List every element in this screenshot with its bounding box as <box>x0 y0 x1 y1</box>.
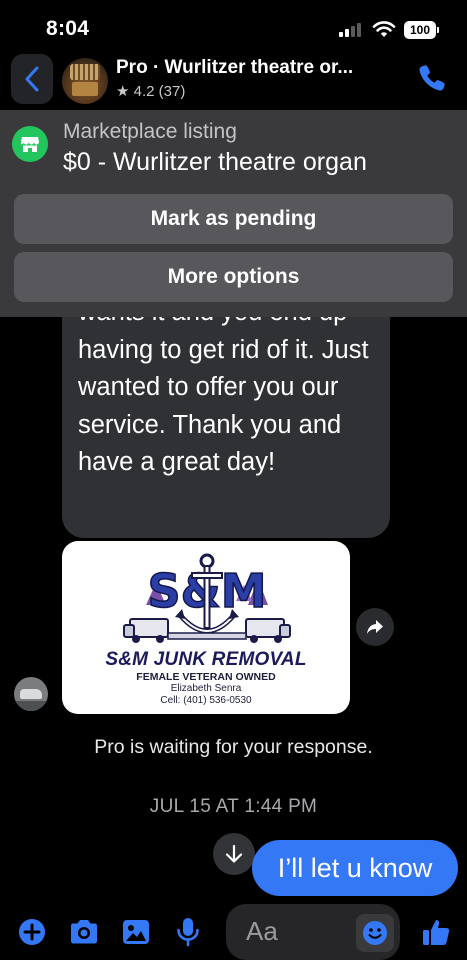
company-logo: S&M <box>123 553 291 643</box>
share-arrow-icon <box>367 620 383 634</box>
battery-icon: 100 <box>404 21 439 39</box>
more-options-button[interactable]: More options <box>14 252 453 302</box>
company-tagline: FEMALE VETERAN OWNED <box>136 671 276 683</box>
sender-avatar[interactable] <box>14 677 48 711</box>
camera-button[interactable] <box>68 916 100 948</box>
microphone-icon <box>177 918 199 947</box>
message-input-placeholder: Aa <box>246 916 278 946</box>
status-bar: 8:04 100 <box>0 0 467 50</box>
message-input[interactable]: Aa <box>226 904 400 960</box>
contact-phone: Cell: (401) 536-0530 <box>160 695 252 706</box>
status-time: 8:04 <box>46 17 90 40</box>
contact-avatar[interactable] <box>62 58 108 104</box>
camera-icon <box>71 920 97 944</box>
plus-icon <box>19 919 45 945</box>
contact-person: Elizabeth Senra <box>170 683 242 694</box>
emoji-icon <box>363 921 387 945</box>
listing-title[interactable]: $0 - Wurlitzer theatre organ <box>63 148 367 177</box>
business-card-image[interactable]: S&M S&M JUNK REMOVAL FEMALE VETERAN OWNE… <box>62 541 350 714</box>
wifi-icon <box>372 21 396 37</box>
company-name: S&M JUNK REMOVAL <box>105 649 307 670</box>
signal-icon <box>339 23 361 37</box>
received-message-text: wants it and you end up having to get ri… <box>78 298 369 476</box>
chevron-left-icon <box>25 66 39 92</box>
marketplace-listing-panel: Marketplace listing $0 - Wurlitzer theat… <box>0 110 467 317</box>
image-icon <box>123 920 149 944</box>
waiting-notice: Pro is waiting for your response. <box>94 736 373 758</box>
listing-label: Marketplace listing <box>63 120 237 143</box>
phone-icon[interactable] <box>416 62 448 94</box>
gallery-button[interactable] <box>120 916 152 948</box>
share-button[interactable] <box>356 608 394 646</box>
emoji-button[interactable] <box>356 914 394 952</box>
back-button[interactable] <box>11 54 53 104</box>
microphone-button[interactable] <box>172 916 204 948</box>
contact-name[interactable]: Pro · Wurlitzer theatre or... <box>116 57 353 79</box>
like-button[interactable] <box>420 916 452 948</box>
mark-as-pending-button[interactable]: Mark as pending <box>14 194 453 244</box>
sent-message-bubble[interactable]: I’ll let u know <box>252 840 458 896</box>
message-timestamp: JUL 15 AT 1:44 PM <box>149 796 318 817</box>
thumbs-up-icon <box>423 920 450 945</box>
scroll-to-bottom-button[interactable] <box>213 833 255 875</box>
contact-rating: ★ 4.2 (37) <box>116 83 186 100</box>
arrow-down-icon <box>225 844 243 863</box>
plus-button[interactable] <box>16 916 48 948</box>
chat-header: Pro · Wurlitzer theatre or... ★ 4.2 (37) <box>0 50 467 110</box>
storefront-icon <box>12 126 48 162</box>
received-message-bubble[interactable]: wants it and you end up having to get ri… <box>62 290 390 538</box>
message-composer: Aa <box>0 900 467 960</box>
